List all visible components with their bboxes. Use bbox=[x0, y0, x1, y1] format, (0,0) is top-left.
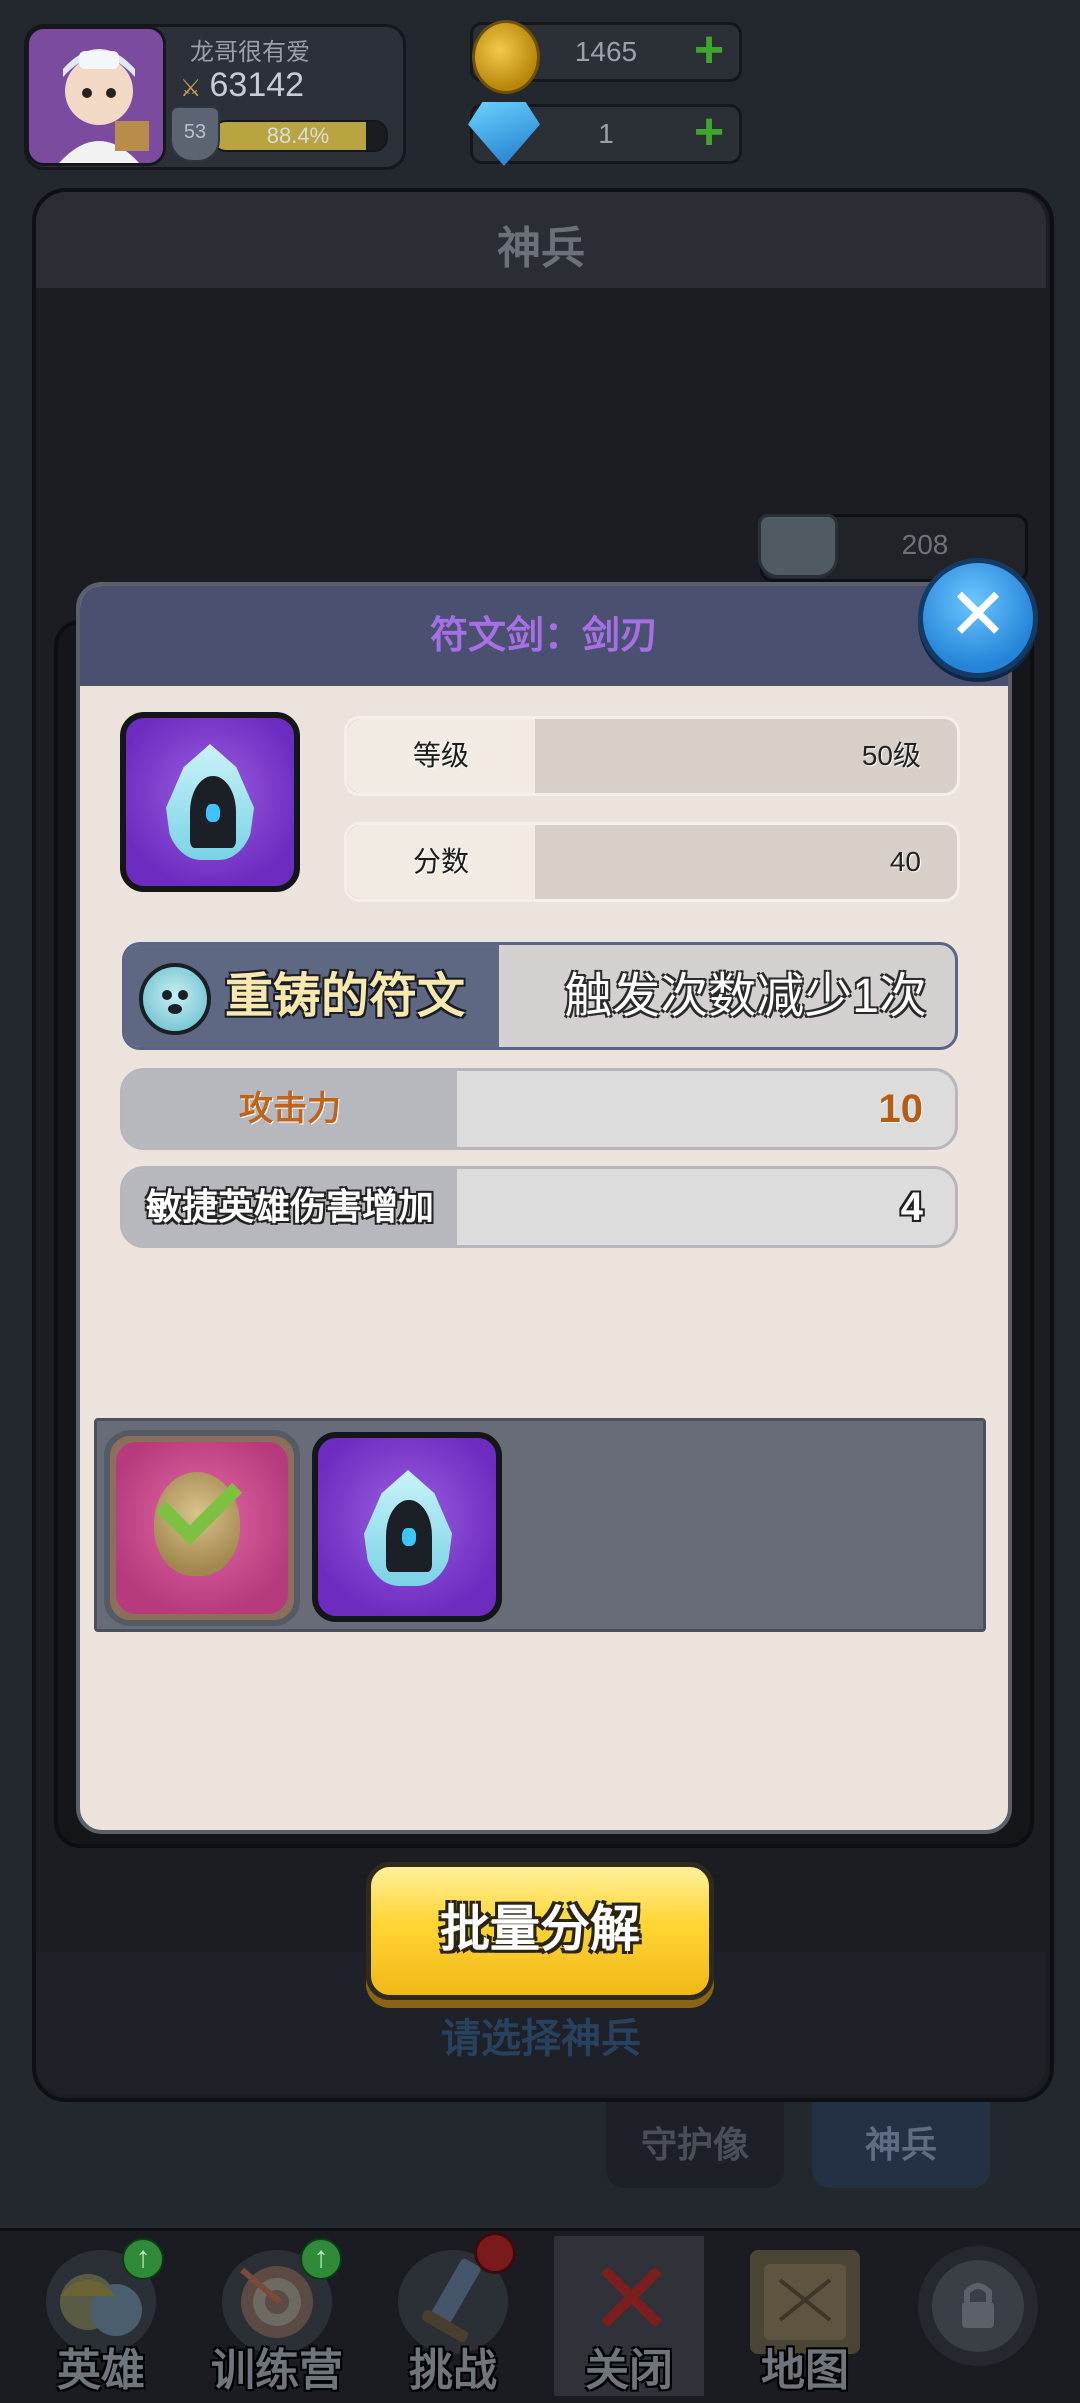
nav-locked[interactable] bbox=[904, 2232, 1054, 2400]
add-gold-button[interactable]: + bbox=[687, 24, 731, 76]
tab-guardian-statue[interactable]: 守护像 bbox=[606, 2102, 784, 2188]
glow-eye-shape bbox=[206, 804, 220, 822]
player-level: 53 bbox=[183, 121, 207, 143]
modal-header: 符文剑：剑刃 bbox=[80, 586, 1008, 686]
gold-coin-icon bbox=[472, 20, 540, 94]
rune-effect-row: 重铸的符文 触发次数减少1次 bbox=[122, 942, 958, 1050]
close-icon: ✕ bbox=[947, 575, 1009, 655]
attribute-row-agility-damage: 敏捷英雄伤害增加 4 bbox=[120, 1166, 958, 1248]
stat-label: 分数 bbox=[347, 825, 535, 899]
notification-dot bbox=[474, 2232, 516, 2274]
background-window-title: 神兵 bbox=[497, 224, 585, 273]
locked-cloud-icon bbox=[918, 2246, 1038, 2366]
rune-name: 重铸的符文 bbox=[225, 970, 466, 1023]
stat-row-level: 等级 50级 bbox=[344, 716, 960, 796]
tab-divine-weapon[interactable]: 神兵 bbox=[812, 2102, 990, 2188]
sword-power-icon: ⚔ bbox=[180, 75, 202, 102]
attribute-value: 10 bbox=[878, 1087, 924, 1131]
item-slot-weapon[interactable] bbox=[312, 1432, 502, 1622]
rune-name-section: 重铸的符文 bbox=[125, 945, 499, 1047]
select-weapon-hint: 请选择神兵 bbox=[441, 2017, 641, 2061]
player-avatar[interactable] bbox=[26, 26, 166, 166]
glow-eye-shape bbox=[402, 1528, 416, 1546]
attribute-value: 4 bbox=[900, 1185, 923, 1229]
modal-close-button[interactable]: ✕ bbox=[918, 558, 1038, 678]
upgrade-arrow-icon: ↑ bbox=[300, 2238, 342, 2280]
stone-icon bbox=[758, 514, 838, 578]
stat-value: 40 bbox=[889, 846, 921, 877]
gold-value: 1465 bbox=[574, 36, 638, 67]
nav-training-camp[interactable]: ↑ 训练营 bbox=[202, 2232, 352, 2400]
attribute-label: 敏捷英雄伤害增加 bbox=[123, 1169, 457, 1245]
player-name: 龙哥很有爱 bbox=[190, 39, 310, 66]
batch-decompose-button[interactable]: 批量分解 bbox=[366, 1862, 714, 2000]
batch-decompose-label: 批量分解 bbox=[440, 1901, 640, 1957]
xp-percent: 88.4% bbox=[266, 123, 330, 148]
attribute-row-attack: 攻击力 10 bbox=[120, 1068, 958, 1150]
nav-heroes-label: 英雄 bbox=[57, 2346, 145, 2395]
power-value: 63142 bbox=[209, 66, 305, 104]
nav-map[interactable]: 地图 bbox=[730, 2232, 880, 2400]
item-slot-selected[interactable] bbox=[104, 1430, 300, 1626]
stat-value: 50级 bbox=[861, 740, 921, 771]
upgrade-arrow-icon: ↑ bbox=[122, 2238, 164, 2280]
nav-close-label: 关闭 bbox=[585, 2346, 673, 2395]
weapon-rune-icon bbox=[120, 712, 300, 892]
ghost-rune-icon bbox=[139, 963, 211, 1035]
nav-challenge-label: 挑战 bbox=[409, 2346, 497, 2395]
add-diamond-button[interactable]: + bbox=[687, 106, 731, 158]
attribute-label: 攻击力 bbox=[123, 1071, 457, 1147]
nav-close[interactable]: ✕ 关闭 bbox=[554, 2232, 704, 2400]
nav-challenge[interactable]: 挑战 bbox=[378, 2232, 528, 2400]
stat-label: 等级 bbox=[347, 719, 535, 793]
nav-heroes[interactable]: ↑ 英雄 bbox=[26, 2232, 176, 2400]
rune-effect-text: 触发次数减少1次 bbox=[564, 970, 927, 1023]
level-shield-icon: 53 bbox=[170, 106, 220, 162]
nav-map-label: 地图 bbox=[761, 2346, 849, 2395]
power-display: ⚔ 63142 bbox=[180, 66, 304, 105]
diamond-value: 1 bbox=[598, 118, 614, 149]
nav-training-camp-label: 训练营 bbox=[211, 2346, 343, 2395]
stat-row-score: 分数 40 bbox=[344, 822, 960, 902]
modal-title: 符文剑：剑刃 bbox=[429, 615, 658, 657]
